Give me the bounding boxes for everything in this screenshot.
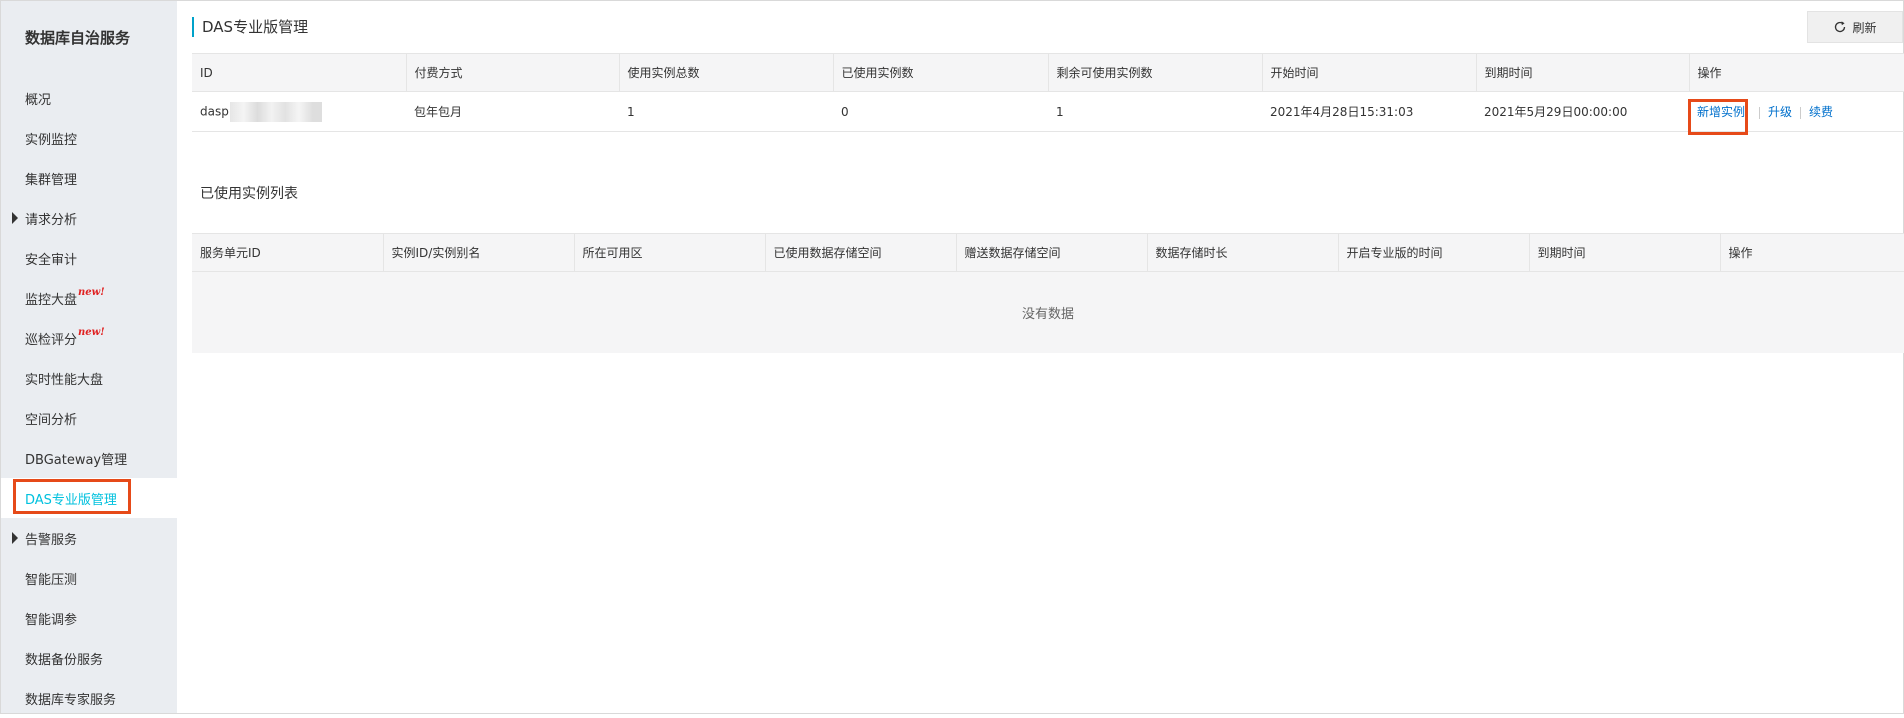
column-header: 数据存储时长 <box>1147 233 1339 272</box>
section-title: 已使用实例列表 <box>200 186 298 202</box>
column-header: 操作 <box>1720 233 1904 272</box>
sidebar-item-label: 请求分析 <box>25 212 78 228</box>
column-header: 赠送数据存储空间 <box>956 233 1148 272</box>
refresh-icon <box>1835 21 1846 33</box>
sidebar-title: 数据库自治服务 <box>25 29 131 47</box>
column-header: 付费方式 <box>406 53 620 92</box>
column-header: 操作 <box>1689 53 1904 92</box>
cell-start-time: 2021年4月28日15:31:03 <box>1262 91 1476 132</box>
column-header: 剩余可使用实例数 <box>1048 53 1263 92</box>
sidebar-item-security-audit[interactable]: 安全审计 <box>1 238 177 278</box>
sidebar-item-label: 告警服务 <box>25 532 78 548</box>
column-header: 到期时间 <box>1476 53 1690 92</box>
used-instances-table: 服务单元ID 实例ID/实例别名 所在可用区 已使用数据存储空间 赠送数据存储空… <box>192 233 1904 353</box>
sidebar-item-label: 巡检评分 <box>25 332 78 348</box>
sidebar-item-label: 概况 <box>25 92 52 108</box>
sidebar-item-label: 智能调参 <box>25 612 78 628</box>
cell-remaining: 1 <box>1048 91 1262 132</box>
column-header: 实例ID/实例别名 <box>383 233 575 272</box>
column-header: 服务单元ID <box>192 233 384 272</box>
column-header: 到期时间 <box>1529 233 1721 272</box>
sidebar-item-cluster-management[interactable]: 集群管理 <box>1 158 177 198</box>
sidebar-item-backup-service[interactable]: 数据备份服务 <box>1 638 177 678</box>
sidebar-item-label: 监控大盘 <box>25 292 78 308</box>
new-badge: new! <box>78 326 105 338</box>
action-divider <box>1759 106 1761 119</box>
sidebar-item-overview[interactable]: 概况 <box>1 78 177 118</box>
column-header: 使用实例总数 <box>619 53 834 92</box>
cell-payment: 包年包月 <box>406 91 619 132</box>
table-row: daspi 包年包月 1 0 1 2021年4月28日15:31:03 2021… <box>192 91 1904 132</box>
sidebar-item-stress-test[interactable]: 智能压测 <box>1 558 177 598</box>
table-header-row: ID 付费方式 使用实例总数 已使用实例数 剩余可使用实例数 开始时间 到期时间… <box>192 53 1904 92</box>
sidebar-item-param-tuning[interactable]: 智能调参 <box>1 598 177 638</box>
sidebar-item-realtime-performance[interactable]: 实时性能大盘 <box>1 358 177 398</box>
sidebar-item-label: 智能压测 <box>25 572 78 588</box>
upgrade-link[interactable]: 升级 <box>1768 105 1792 119</box>
cell-expire-time: 2021年5月29日00:00:00 <box>1476 91 1689 132</box>
sidebar-item-label: 空间分析 <box>25 412 78 428</box>
new-badge: new! <box>78 286 105 298</box>
sidebar-item-monitor-dashboard[interactable]: 监控大盘 new! <box>1 278 177 318</box>
sidebar-item-label: DAS专业版管理 <box>25 492 117 508</box>
cell-id: daspi <box>192 91 406 132</box>
sidebar-item-alert-service[interactable]: 告警服务 <box>1 518 177 558</box>
caret-right-icon <box>12 212 18 224</box>
redacted-id-blur <box>230 101 323 122</box>
sidebar-item-label: 安全审计 <box>25 252 78 268</box>
caret-right-icon <box>12 532 18 544</box>
refresh-button[interactable]: 刷新 <box>1807 11 1903 43</box>
column-header: 开启专业版的时间 <box>1338 233 1530 272</box>
sidebar-item-label: 实例监控 <box>25 132 78 148</box>
empty-row: 没有数据 <box>192 271 1904 353</box>
add-instance-link[interactable]: 新增实例 <box>1697 105 1745 119</box>
instance-id-text: daspi <box>200 104 233 118</box>
cell-total: 1 <box>619 91 833 132</box>
sidebar-item-expert-service[interactable]: 数据库专家服务 <box>1 678 177 718</box>
refresh-label: 刷新 <box>1852 20 1877 35</box>
column-header: 所在可用区 <box>574 233 766 272</box>
page-title: DAS专业版管理 <box>192 17 308 37</box>
column-header: 开始时间 <box>1262 53 1477 92</box>
sidebar-item-dbgateway[interactable]: DBGateway管理 <box>1 438 177 478</box>
sidebar-item-request-analysis[interactable]: 请求分析 <box>1 198 177 238</box>
sidebar-item-label: 数据备份服务 <box>25 652 104 668</box>
sidebar-item-space-analysis[interactable]: 空间分析 <box>1 398 177 438</box>
empty-state-text: 没有数据 <box>192 271 1904 353</box>
sidebar-item-instance-monitor[interactable]: 实例监控 <box>1 118 177 158</box>
sidebar-item-label: 集群管理 <box>25 172 78 188</box>
sidebar-item-das-pro[interactable]: DAS专业版管理 <box>1 478 177 518</box>
cell-actions: 新增实例 升级 续费 <box>1689 91 1904 132</box>
sidebar-item-label: 实时性能大盘 <box>25 372 104 388</box>
sidebar-item-inspection-score[interactable]: 巡检评分 new! <box>1 318 177 358</box>
cell-used: 0 <box>833 91 1048 132</box>
column-header: ID <box>192 53 407 92</box>
action-divider <box>1800 106 1802 119</box>
renew-link[interactable]: 续费 <box>1809 105 1833 119</box>
column-header: 已使用实例数 <box>833 53 1049 92</box>
sidebar: 数据库自治服务 概况 实例监控 集群管理 请求分析 安全审计 监控大盘 new! … <box>1 1 177 713</box>
sidebar-item-label: 数据库专家服务 <box>25 692 117 708</box>
column-header: 已使用数据存储空间 <box>765 233 957 272</box>
summary-table: ID 付费方式 使用实例总数 已使用实例数 剩余可使用实例数 开始时间 到期时间… <box>192 53 1904 132</box>
sidebar-item-label: DBGateway管理 <box>25 452 128 468</box>
table-header-row: 服务单元ID 实例ID/实例别名 所在可用区 已使用数据存储空间 赠送数据存储空… <box>192 233 1904 272</box>
